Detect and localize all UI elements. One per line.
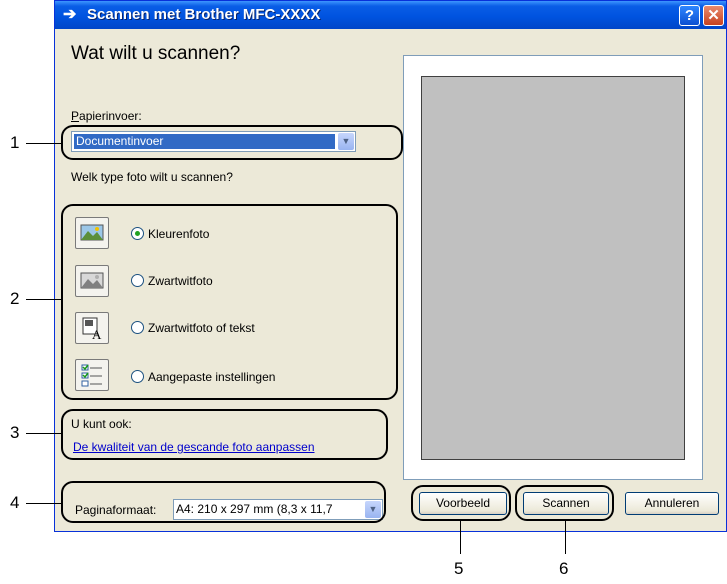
title-bar: ➔ Scannen met Brother MFC-XXXX ? ✕ xyxy=(55,1,726,29)
callout-line-5 xyxy=(460,521,461,554)
arrow-icon: ➔ xyxy=(63,6,77,23)
page-title: Wat wilt u scannen? xyxy=(71,43,241,64)
callout-number-1: 1 xyxy=(10,133,20,152)
callout-line-3 xyxy=(26,433,61,434)
callout-box-6 xyxy=(515,485,614,521)
callout-number-5: 5 xyxy=(454,559,464,578)
close-button[interactable]: ✕ xyxy=(703,5,724,26)
callout-line-2 xyxy=(26,299,61,300)
help-button[interactable]: ? xyxy=(679,5,700,26)
callout-number-3: 3 xyxy=(10,423,20,442)
preview-page xyxy=(421,76,685,460)
cancel-button[interactable]: Annuleren xyxy=(625,492,719,515)
callout-line-4 xyxy=(26,503,61,504)
callout-line-1 xyxy=(26,143,61,144)
window-title: Scannen met Brother MFC-XXXX xyxy=(87,6,321,23)
callout-number-6: 6 xyxy=(559,559,569,578)
callout-box-2 xyxy=(61,204,398,400)
callout-box-1 xyxy=(61,125,403,160)
preview-area xyxy=(403,55,703,480)
callout-box-5 xyxy=(411,485,511,521)
callout-number-2: 2 xyxy=(10,289,20,308)
callout-number-4: 4 xyxy=(10,493,20,512)
paper-source-label: Papierinvoer: xyxy=(71,109,142,123)
photo-type-label: Welk type foto wilt u scannen? xyxy=(71,170,233,184)
callout-line-6 xyxy=(565,521,566,554)
callout-box-4 xyxy=(61,481,386,523)
callout-box-3 xyxy=(61,409,388,460)
